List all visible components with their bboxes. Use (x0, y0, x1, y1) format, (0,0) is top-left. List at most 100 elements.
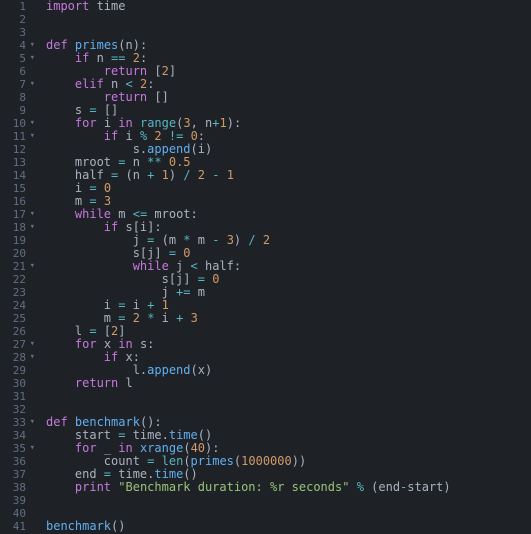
token-txt: (m (154, 233, 183, 247)
token-name: benchmark (75, 415, 140, 429)
token-builtin: range (140, 116, 176, 130)
token-txt (349, 480, 356, 494)
fold-icon[interactable]: ▾ (27, 117, 35, 130)
token-txt: [] (147, 90, 169, 104)
token-txt (154, 454, 161, 468)
token-txt: l. (46, 363, 147, 377)
token-txt: i (97, 116, 119, 130)
token-fn: primes (191, 454, 234, 468)
token-kw: for (75, 116, 97, 130)
code-area[interactable]: import timedef primes(n): if n == 2: ret… (34, 0, 531, 534)
token-num: 2 (162, 64, 169, 78)
token-op: = (89, 181, 96, 195)
line-number: 31 (6, 390, 26, 403)
token-txt (46, 64, 104, 78)
token-txt (46, 259, 133, 273)
fold-icon[interactable]: ▾ (27, 416, 35, 429)
code-line[interactable]: return [] (46, 91, 531, 104)
token-kw: for (75, 337, 97, 351)
fold-icon[interactable]: ▾ (27, 260, 35, 273)
token-num: 2 (263, 233, 270, 247)
code-editor[interactable]: 1234▾5▾67▾8910▾11▾121314151617▾18▾192021… (0, 0, 531, 534)
token-num: 0 (104, 181, 111, 195)
line-number: 12 (6, 143, 26, 156)
code-line[interactable]: return l (46, 377, 531, 390)
token-op: = (169, 246, 176, 260)
token-op: / (183, 168, 190, 182)
fold-icon[interactable]: ▾ (27, 338, 35, 351)
fold-icon[interactable]: ▾ (27, 351, 35, 364)
token-txt: half (46, 168, 111, 182)
code-line[interactable] (46, 494, 531, 507)
token-txt (219, 233, 226, 247)
fold-icon[interactable]: ▾ (27, 208, 35, 221)
token-txt (133, 77, 140, 91)
line-number: 9 (6, 104, 26, 117)
token-op: <= (133, 207, 147, 221)
token-num: 3 (104, 194, 111, 208)
code-line[interactable]: print "Benchmark duration: %r seconds" %… (46, 481, 531, 494)
fold-icon[interactable]: ▾ (27, 78, 35, 91)
token-txt: i (46, 181, 89, 195)
token-txt: : (147, 77, 154, 91)
token-txt: : (198, 129, 205, 143)
token-builtin: len (162, 454, 184, 468)
fold-icon[interactable]: ▾ (27, 52, 35, 65)
line-number: 15 (6, 182, 26, 195)
token-txt: (x) (191, 363, 213, 377)
token-txt: () (111, 519, 125, 533)
token-txt: (i) (191, 142, 213, 156)
token-txt (154, 298, 161, 312)
fold-icon[interactable]: ▾ (27, 39, 35, 52)
token-num: 2 (154, 129, 161, 143)
token-txt: mroot (46, 155, 118, 169)
token-txt: j (169, 259, 191, 273)
code-line[interactable]: half = (n + 1) / 2 - 1 (46, 169, 531, 182)
code-line[interactable] (46, 13, 531, 26)
token-name: primes (75, 38, 118, 52)
token-num: 2 (133, 311, 140, 325)
token-txt: s. (46, 142, 147, 156)
token-fn: xrange (140, 441, 183, 455)
token-txt: j (46, 233, 147, 247)
token-kw: return (104, 64, 147, 78)
token-op: != (169, 129, 183, 143)
token-op: = (104, 467, 111, 481)
code-line[interactable] (46, 390, 531, 403)
token-txt: x (97, 337, 119, 351)
fold-icon[interactable]: ▾ (27, 442, 35, 455)
token-fn: append (147, 142, 190, 156)
token-txt: [ (97, 324, 111, 338)
token-op: / (248, 233, 255, 247)
token-num: 3 (227, 233, 234, 247)
token-op: = (198, 272, 205, 286)
token-txt: (n (118, 168, 147, 182)
code-line[interactable]: import time (46, 0, 531, 13)
token-txt: m (191, 233, 213, 247)
token-txt (46, 350, 104, 364)
token-fn: time (169, 428, 198, 442)
token-txt (220, 168, 227, 182)
token-num: 1 (162, 298, 169, 312)
token-txt (97, 181, 104, 195)
line-number: 34 (6, 429, 26, 442)
fold-icon[interactable]: ▾ (27, 130, 35, 143)
token-txt: i (118, 129, 140, 143)
token-txt: start (46, 428, 118, 442)
token-txt: l (118, 376, 132, 390)
token-fn: time (154, 467, 183, 481)
token-num: 3 (191, 311, 198, 325)
code-line[interactable]: i = 0 (46, 182, 531, 195)
token-txt: , n (191, 116, 213, 130)
token-txt: () (183, 467, 197, 481)
fold-icon[interactable]: ▾ (27, 221, 35, 234)
line-gutter: 1234▾5▾67▾8910▾11▾121314151617▾18▾192021… (0, 0, 34, 534)
token-op: % (357, 480, 364, 494)
line-number: 2 (6, 13, 26, 26)
token-txt (162, 155, 169, 169)
token-txt: mroot: (147, 207, 198, 221)
token-txt: m (191, 285, 205, 299)
token-kw: print (75, 480, 111, 494)
code-line[interactable]: benchmark() (46, 520, 531, 533)
token-txt: half: (198, 259, 241, 273)
